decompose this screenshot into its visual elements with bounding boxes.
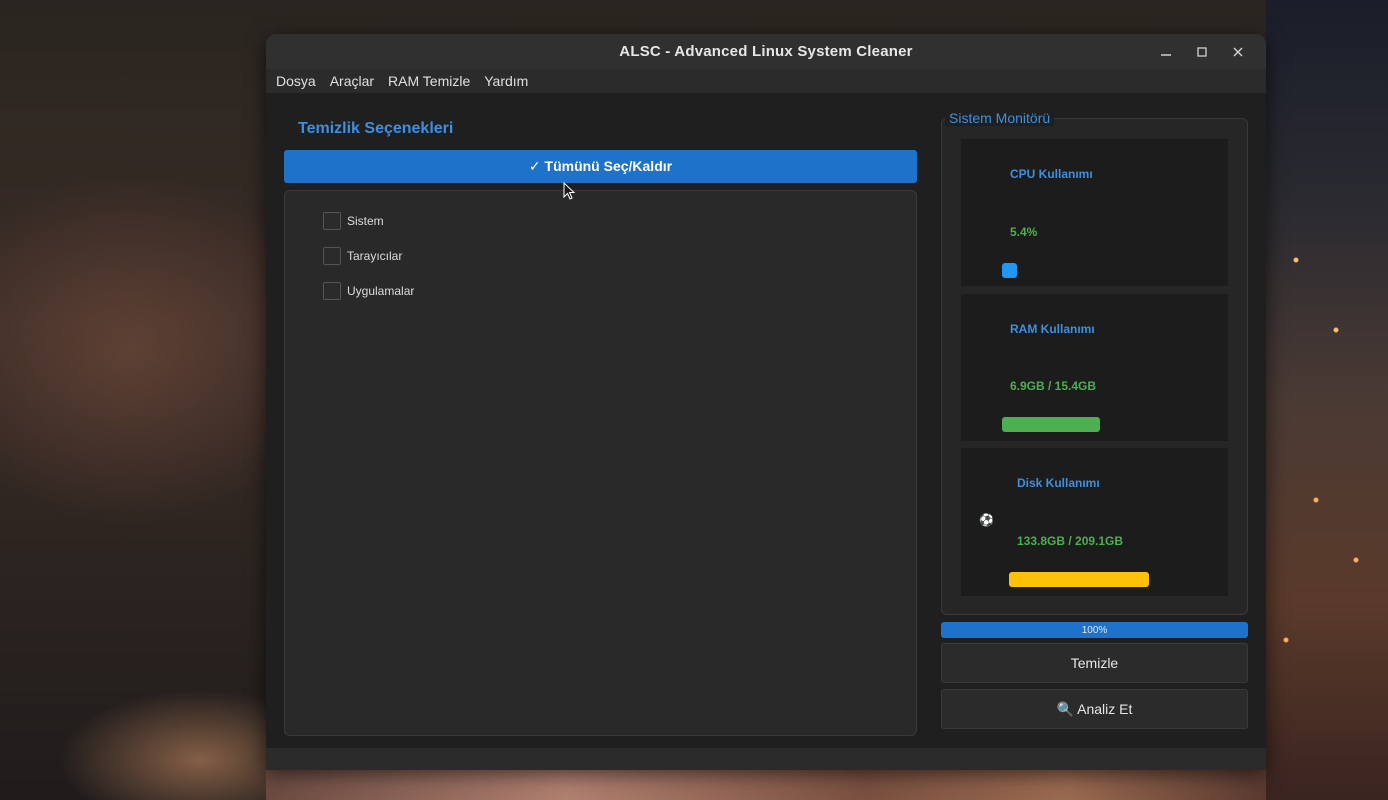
mouse-cursor-icon bbox=[563, 182, 576, 200]
close-icon bbox=[1233, 46, 1243, 57]
option-label: Sistem bbox=[347, 213, 384, 228]
cleaning-options-pane: Temizlik Seçenekleri ✓ Tümünü Seç/Kaldır… bbox=[284, 118, 917, 736]
main-content: Temizlik Seçenekleri ✓ Tümünü Seç/Kaldır… bbox=[266, 93, 1266, 770]
menu-ram-temizle[interactable]: RAM Temizle bbox=[381, 69, 477, 93]
clean-button[interactable]: Temizle bbox=[941, 643, 1248, 683]
status-bar bbox=[266, 748, 1266, 770]
cpu-value: 5.4% bbox=[1010, 225, 1038, 239]
option-label: Uygulamalar bbox=[347, 283, 415, 298]
disk-card: ⚽ Disk Kullanımı 133.8GB / 209.1GB bbox=[961, 448, 1228, 596]
analyze-button[interactable]: 🔍 Analiz Et bbox=[941, 689, 1248, 729]
app-window: ALSC - Advanced Linux System Cleaner Dos… bbox=[266, 34, 1266, 770]
disk-icon: ⚽ bbox=[979, 513, 994, 527]
select-all-button[interactable]: ✓ Tümünü Seç/Kaldır bbox=[284, 150, 917, 183]
option-tarayicilar[interactable]: Tarayıcılar bbox=[285, 238, 916, 273]
cleaning-options-title: Temizlik Seçenekleri bbox=[298, 120, 454, 137]
window-title: ALSC - Advanced Linux System Cleaner bbox=[619, 43, 913, 60]
menu-dosya[interactable]: Dosya bbox=[269, 69, 323, 93]
checkbox-sistem[interactable] bbox=[323, 211, 341, 230]
system-monitor-title: Sistem Monitörü bbox=[945, 110, 1055, 126]
option-sistem[interactable]: Sistem bbox=[285, 203, 916, 238]
maximize-icon bbox=[1197, 46, 1207, 57]
maximize-button[interactable] bbox=[1184, 34, 1220, 69]
options-list: Sistem Tarayıcılar Uygulamalar bbox=[284, 190, 917, 736]
close-button[interactable] bbox=[1220, 34, 1256, 69]
system-monitor-group: CPU Kullanımı 5.4% RAM Kullanımı 6.9GB /… bbox=[941, 118, 1248, 615]
cpu-card: CPU Kullanımı 5.4% bbox=[961, 139, 1228, 286]
disk-title: Disk Kullanımı bbox=[1017, 476, 1100, 490]
disk-usage-bar bbox=[1009, 572, 1149, 587]
progress-bar: 100% bbox=[941, 622, 1248, 638]
checkbox-tarayicilar[interactable] bbox=[323, 246, 341, 265]
minimize-button[interactable] bbox=[1148, 34, 1184, 69]
ram-title: RAM Kullanımı bbox=[1010, 322, 1095, 336]
menu-yardim[interactable]: Yardım bbox=[477, 69, 535, 93]
checkbox-uygulamalar[interactable] bbox=[323, 281, 341, 300]
desktop-wallpaper-right bbox=[1266, 0, 1388, 800]
menu-bar: Dosya Araçlar RAM Temizle Yardım bbox=[266, 69, 1266, 93]
disk-value: 133.8GB / 209.1GB bbox=[1017, 534, 1124, 548]
window-controls bbox=[1148, 34, 1256, 69]
option-label: Tarayıcılar bbox=[347, 248, 403, 263]
title-bar[interactable]: ALSC - Advanced Linux System Cleaner bbox=[266, 34, 1266, 69]
ram-card: RAM Kullanımı 6.9GB / 15.4GB bbox=[961, 294, 1228, 441]
desktop-wallpaper-bottom bbox=[266, 770, 1266, 800]
cpu-usage-bar bbox=[1002, 263, 1017, 278]
minimize-icon bbox=[1161, 53, 1171, 56]
menu-araclar[interactable]: Araçlar bbox=[323, 69, 381, 93]
ram-usage-bar bbox=[1002, 417, 1100, 432]
cpu-title: CPU Kullanımı bbox=[1010, 167, 1093, 181]
progress-label: 100% bbox=[1081, 624, 1108, 636]
option-uygulamalar[interactable]: Uygulamalar bbox=[285, 273, 916, 308]
ram-value: 6.9GB / 15.4GB bbox=[1010, 379, 1097, 393]
